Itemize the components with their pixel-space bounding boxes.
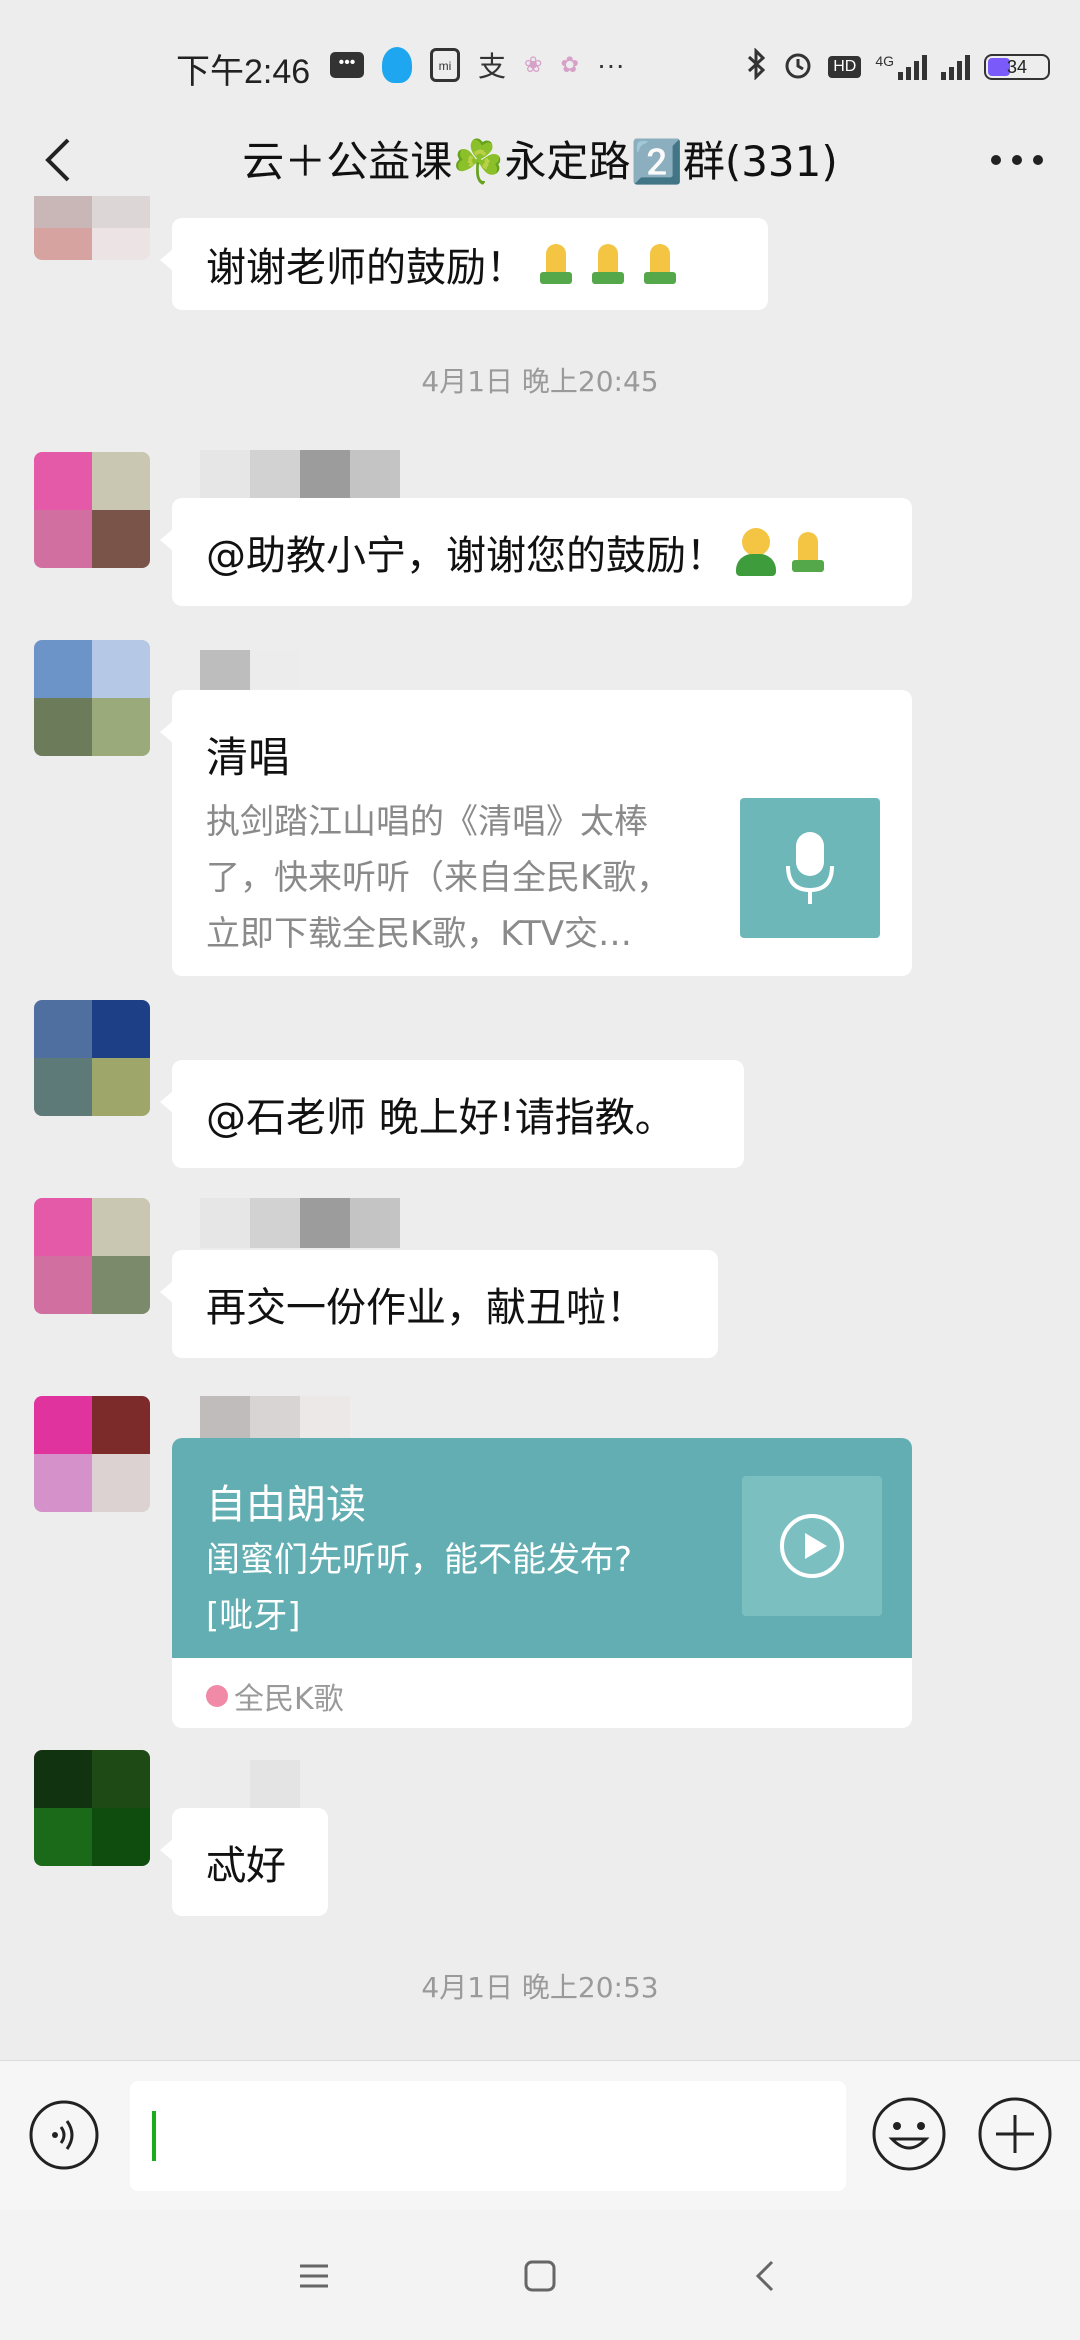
plus-icon[interactable] [976,2095,1054,2173]
battery-icon: 34 [984,54,1050,80]
message-bubble[interactable]: 再交一份作业，献丑啦！ [160,1250,718,1358]
message-bubble[interactable]: @助教小宁，谢谢您的鼓励！ [160,498,912,606]
sender-name [200,1198,400,1248]
text-caret [152,2111,156,2161]
alarm-icon [782,48,814,87]
praying-hands-emoji [638,242,682,286]
timestamp: 4月1日 晚上20:45 [421,365,659,398]
card-title: 自由朗读 [206,1482,366,1528]
play-icon[interactable] [742,1476,882,1616]
notification-icons: ••• mi 支 ❀ ✿ ··· [330,40,625,90]
message-text: @石老师 晚上好!请指教。 [206,1095,675,1141]
bluetooth-icon [746,46,768,87]
voice-icon[interactable] [28,2099,100,2171]
card-banner: 自由朗读 闺蜜们先听听，能不能发布? [呲牙] [172,1438,912,1658]
person-emoji [734,528,778,576]
microphone-icon [740,798,880,938]
message-text: 忒好 [206,1843,286,1889]
avatar[interactable] [34,1000,150,1116]
message-text: 谢谢老师的鼓励！ [206,245,526,291]
card-title: 清唱 [206,733,291,782]
kge-logo-icon [206,1685,228,1707]
avatar[interactable] [34,196,150,260]
alipay-icon: 支 [478,51,507,82]
menu-icon[interactable] [286,2248,342,2304]
status-time: 下午2:46 [176,53,311,91]
avatar[interactable] [34,1396,150,1512]
home-icon[interactable] [512,2248,568,2304]
praying-hands-emoji [534,242,578,286]
mi-icon: mi [430,48,460,82]
avatar[interactable] [34,640,150,756]
music-share-card[interactable]: 清唱 执剑踏江山唱的《清唱》太棒 了，快来听听（来自全民K歌， 立即下载全民K歌… [160,690,912,976]
message-input[interactable] [130,2081,846,2191]
signal-icon [941,54,970,80]
system-nav-bar [0,2210,1080,2340]
praying-hands-emoji [786,530,830,574]
timestamp: 4月1日 晚上20:53 [421,1971,659,2004]
avatar[interactable] [34,1198,150,1314]
card-source: 全民K歌 [206,1674,344,1718]
back-icon[interactable] [738,2248,794,2304]
card-description: 执剑踏江山唱的《清唱》太棒 了，快来听听（来自全民K歌， 立即下载全民K歌，KT… [206,802,671,954]
message-notification-icon: ••• [330,52,364,78]
title-bar: 云＋公益课☘️永定路2️⃣群(331) [0,110,1080,210]
signal-4g-icon: 4G [875,54,927,80]
sender-name [200,450,400,500]
emoji-icon[interactable] [870,2095,948,2173]
chat-title: 云＋公益课☘️永定路2️⃣群(331) [242,137,838,186]
card-description: 闺蜜们先听听，能不能发布? [呲牙] [206,1540,633,1636]
message-bubble[interactable]: 谢谢老师的鼓励！ [160,218,768,310]
more-notifications-icon: ··· [596,49,625,80]
sender-name [200,1760,300,1810]
message-text: 再交一份作业，献丑啦！ [206,1285,646,1331]
flower-icon: ❀ [524,52,543,77]
recording-share-card[interactable]: 自由朗读 闺蜜们先听听，能不能发布? [呲牙] 全民K歌 [172,1438,912,1728]
hd-icon: HD [828,56,862,78]
input-bar [0,2060,1080,2211]
avatar[interactable] [34,1750,150,1866]
flower-icon-2: ✿ [560,52,579,77]
avatar[interactable] [34,452,150,568]
system-icons: HD 4G 34 [746,42,1050,92]
more-icon[interactable] [982,130,1052,190]
message-text: @助教小宁，谢谢您的鼓励！ [206,533,726,579]
message-bubble[interactable]: 忒好 [160,1808,328,1916]
message-bubble[interactable]: @石老师 晚上好!请指教。 [160,1060,744,1168]
qq-icon [382,47,412,83]
praying-hands-emoji [586,242,630,286]
